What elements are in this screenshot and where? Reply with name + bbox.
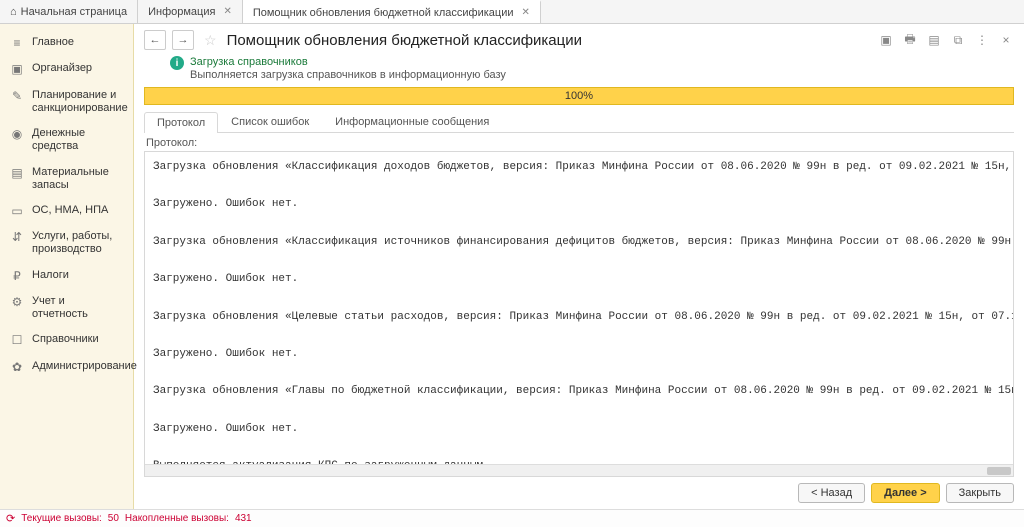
protocol-text[interactable]: Загрузка обновления «Классификация доход… xyxy=(145,152,1013,464)
tab-label: Начальная страница xyxy=(21,6,127,18)
sidebar-item-administration[interactable]: ✿Администрирование xyxy=(0,354,133,380)
save-icon[interactable]: ▣ xyxy=(878,32,894,48)
status-acc-label: Накопленные вызовы: xyxy=(125,513,229,524)
sidebar-item-cash[interactable]: ◉ Денежные средства xyxy=(0,121,133,159)
sidebar-item-label: Услуги, работы, производство xyxy=(32,230,123,256)
print-icon[interactable]: 🖶 xyxy=(902,32,918,48)
sidebar-item-assets[interactable]: ▭ ОС, НМА, НПА xyxy=(0,198,133,224)
sidebar-item-main[interactable]: ≡ Главное xyxy=(0,30,133,56)
subtabs: Протокол Список ошибок Информационные со… xyxy=(144,111,1014,133)
info-icon: i xyxy=(170,56,184,70)
home-icon: ⌂ xyxy=(10,6,17,18)
circle-icon: ◉ xyxy=(10,127,24,141)
sidebar-item-label: Учет и отчетность xyxy=(32,295,123,321)
report-icon[interactable]: ▤ xyxy=(926,32,942,48)
close-window-icon[interactable]: × xyxy=(998,32,1014,48)
forward-button[interactable]: → xyxy=(172,30,194,50)
sidebar-item-label: Планирование и санкционирование xyxy=(32,89,128,115)
grid-icon: ▣ xyxy=(10,62,24,76)
list-icon: ≡ xyxy=(10,36,24,50)
status-acc-value: 431 xyxy=(235,513,252,524)
subtab-errors[interactable]: Список ошибок xyxy=(218,111,322,132)
subtab-messages[interactable]: Информационные сообщения xyxy=(322,111,502,132)
subtab-protocol[interactable]: Протокол xyxy=(144,112,218,133)
content-area: ← → ☆ Помощник обновления бюджетной клас… xyxy=(134,24,1024,509)
table-icon: ▤ xyxy=(10,166,24,180)
ruble-icon: ₽ xyxy=(10,269,24,283)
status-calls-label: Текущие вызовы: xyxy=(21,513,102,524)
sidebar-item-label: Денежные средства xyxy=(32,127,123,153)
sidebar-item-planning[interactable]: ✎ Планирование и санкционирование xyxy=(0,83,133,121)
back-wizard-button[interactable]: < Назад xyxy=(798,483,865,503)
wizard-buttons: < Назад Далее > Закрыть xyxy=(144,477,1014,505)
sidebar-item-label: Материальные запасы xyxy=(32,166,123,192)
sidebar-item-label: Администрирование xyxy=(32,360,137,373)
window-tabs: ⌂ Начальная страница Информация ✕ Помощн… xyxy=(0,0,1024,24)
close-icon[interactable]: ✕ xyxy=(223,6,231,17)
tab-label: Информация xyxy=(148,6,215,18)
arrows-icon: ⇵ xyxy=(10,230,24,244)
status-calls-value: 50 xyxy=(108,513,119,524)
sidebar-item-label: ОС, НМА, НПА xyxy=(32,204,108,217)
sidebar-item-label: Главное xyxy=(32,36,74,49)
info-banner: i Загрузка справочников Выполняется загр… xyxy=(170,56,1014,81)
progress-text: 100% xyxy=(565,90,593,102)
status-bar: ⟳ Текущие вызовы: 50 Накопленные вызовы:… xyxy=(0,509,1024,527)
tab-helper[interactable]: Помощник обновления бюджетной классифика… xyxy=(243,0,541,23)
progress-bar: 100% xyxy=(144,87,1014,105)
info-desc: Выполняется загрузка справочников в инфо… xyxy=(190,69,506,81)
box-icon: ▭ xyxy=(10,204,24,218)
scroll-thumb[interactable] xyxy=(987,467,1011,475)
more-icon[interactable]: ⋮ xyxy=(974,32,990,48)
tab-home[interactable]: ⌂ Начальная страница xyxy=(0,0,138,23)
back-button[interactable]: ← xyxy=(144,30,166,50)
flower-icon: ✿ xyxy=(10,360,24,374)
book-icon: ☐ xyxy=(10,333,24,347)
sidebar-item-label: Налоги xyxy=(32,269,69,282)
sidebar: ≡ Главное ▣ Органайзер ✎ Планирование и сан… xyxy=(0,24,134,509)
gear-icon: ⚙ xyxy=(10,295,24,309)
sidebar-item-label: Органайзер xyxy=(32,62,92,75)
toolbar: ← → ☆ Помощник обновления бюджетной клас… xyxy=(144,30,1014,50)
sidebar-item-services[interactable]: ⇵ Услуги, работы, производство xyxy=(0,224,133,262)
link-icon[interactable]: ⧉ xyxy=(950,32,966,48)
tab-label: Помощник обновления бюджетной классифика… xyxy=(253,7,514,19)
next-wizard-button[interactable]: Далее > xyxy=(871,483,940,503)
page-title: Помощник обновления бюджетной классифика… xyxy=(227,32,582,49)
close-icon[interactable]: ✕ xyxy=(522,7,530,18)
sidebar-item-label: Справочники xyxy=(32,333,99,346)
edit-icon: ✎ xyxy=(10,89,24,103)
sidebar-item-taxes[interactable]: ₽ Налоги xyxy=(0,263,133,289)
sidebar-item-accounting[interactable]: ⚙ Учет и отчетность xyxy=(0,289,133,327)
sidebar-item-dictionaries[interactable]: ☐ Справочники xyxy=(0,327,133,353)
close-wizard-button[interactable]: Закрыть xyxy=(946,483,1014,503)
protocol-label: Протокол: xyxy=(146,137,1014,149)
horizontal-scrollbar[interactable] xyxy=(145,464,1013,476)
status-icon: ⟳ xyxy=(6,512,15,525)
sidebar-item-organizer[interactable]: ▣ Органайзер xyxy=(0,56,133,82)
sidebar-item-inventory[interactable]: ▤ Материальные запасы xyxy=(0,160,133,198)
favorite-star-icon[interactable]: ☆ xyxy=(204,32,217,49)
protocol-box: Загрузка обновления «Классификация доход… xyxy=(144,151,1014,477)
tab-information[interactable]: Информация ✕ xyxy=(138,0,243,23)
info-title: Загрузка справочников xyxy=(190,56,506,68)
